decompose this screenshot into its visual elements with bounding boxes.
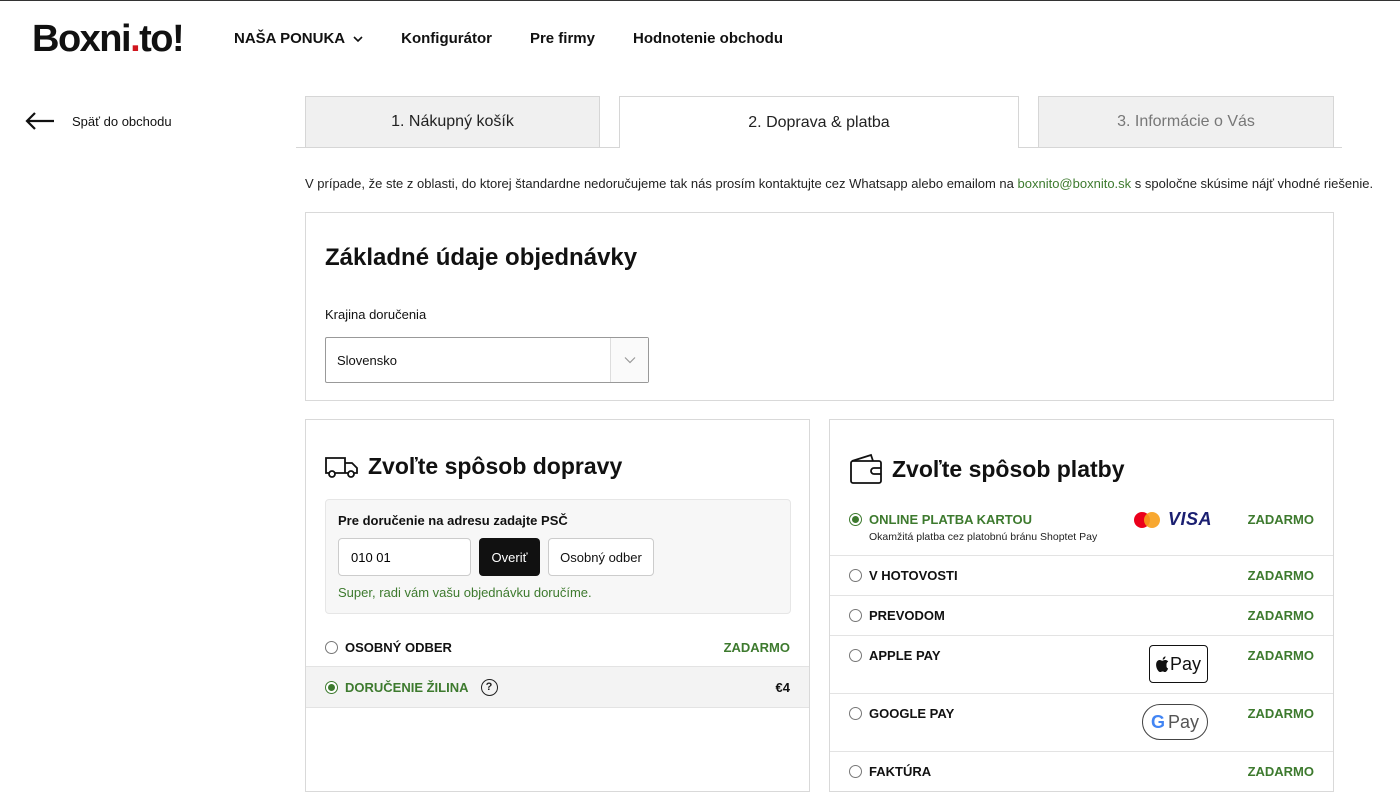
psc-label: Pre doručenie na adresu zadajte PSČ xyxy=(338,513,568,528)
nav-label: Konfigurátor xyxy=(401,30,492,47)
option-price: ZADARMO xyxy=(1247,764,1314,779)
radio-button[interactable] xyxy=(849,707,862,720)
delivery-info-text: V prípade, že ste z oblasti, do ktorej š… xyxy=(305,176,1373,191)
nav-item-configurator[interactable]: Konfigurátor xyxy=(401,30,492,47)
order-basics-panel: Základné údaje objednávky Krajina doruče… xyxy=(305,212,1334,401)
shipping-title: Zvoľte spôsob dopravy xyxy=(325,453,622,480)
payment-option-apple-pay[interactable]: APPLE PAY Pay ZADARMO xyxy=(830,645,1333,683)
option-price: ZADARMO xyxy=(723,640,790,655)
option-text: ONLINE PLATBA KARTOU Okamžitá platba cez… xyxy=(869,512,1097,543)
arrow-left-icon xyxy=(25,112,54,130)
radio-button[interactable] xyxy=(849,569,862,582)
logo-text-end: to! xyxy=(139,18,185,60)
psc-panel: Pre doručenie na adresu zadajte PSČ Over… xyxy=(325,499,791,614)
info-text: V prípade, že ste z oblasti, do ktorej š… xyxy=(305,176,1018,191)
google-icon: G xyxy=(1150,711,1165,732)
chevron-down-icon xyxy=(624,357,635,364)
back-label: Späť do obchodu xyxy=(72,113,172,129)
verify-button[interactable]: Overiť xyxy=(479,538,540,576)
option-name: V HOTOVOSTI xyxy=(869,568,958,583)
option-name: ONLINE PLATBA KARTOU xyxy=(869,512,1032,527)
country-select[interactable]: Slovensko xyxy=(325,337,649,383)
apple-pay-badge: Pay xyxy=(1149,645,1208,683)
divider xyxy=(306,707,809,708)
apple-pay-text: Pay xyxy=(1169,653,1202,674)
apple-icon xyxy=(1156,656,1169,672)
back-to-shop-link[interactable]: Späť do obchodu xyxy=(25,111,172,131)
payment-option-transfer[interactable]: PREVODOM ZADARMO xyxy=(830,608,1333,623)
radio-button[interactable] xyxy=(849,649,862,662)
payment-option-cash[interactable]: V HOTOVOSTI ZADARMO xyxy=(830,568,1333,583)
logo-text: Boxni xyxy=(32,18,132,60)
google-pay-badge: G Pay xyxy=(1142,704,1208,740)
contact-email-link[interactable]: boxnito@boxnito.sk xyxy=(1018,176,1132,191)
payment-option-invoice[interactable]: FAKTÚRA ZADARMO xyxy=(830,764,1333,779)
logo-dot: . xyxy=(130,18,141,60)
tab-customer-info[interactable]: 3. Informácie o Vás xyxy=(1038,96,1334,147)
nav-label: Hodnotenie obchodu xyxy=(633,30,783,47)
tab-shipping-payment[interactable]: 2. Doprava & platba xyxy=(619,96,1019,148)
option-name: APPLE PAY xyxy=(869,648,941,663)
top-border xyxy=(0,0,1400,1)
payment-option-card[interactable]: ONLINE PLATBA KARTOU Okamžitá platba cez… xyxy=(830,509,1333,543)
radio-button[interactable] xyxy=(325,641,338,654)
logo[interactable]: Boxni.to! xyxy=(32,18,185,60)
divider xyxy=(830,693,1333,694)
option-name: DORUČENIE ŽILINA xyxy=(345,679,469,695)
info-text: s spoločne skúsime nájť vhodné riešenie. xyxy=(1131,176,1374,191)
nav-label: Pre firmy xyxy=(529,30,595,47)
psc-success-message: Super, radi vám vašu objednávku doručíme… xyxy=(338,585,592,600)
mastercard-icon xyxy=(1134,512,1160,528)
divider xyxy=(830,751,1333,752)
country-select-value: Slovensko xyxy=(337,352,397,368)
google-pay-text: Pay xyxy=(1167,711,1200,732)
option-price: €4 xyxy=(775,679,790,695)
order-basics-title: Základné údaje objednávky xyxy=(325,244,638,271)
tab-label: 2. Doprava & platba xyxy=(748,113,890,131)
tab-label: 3. Informácie o Vás xyxy=(1117,113,1255,130)
select-arrow xyxy=(610,338,648,382)
divider xyxy=(830,555,1333,556)
divider xyxy=(830,635,1333,636)
tab-cart[interactable]: 1. Nákupný košík xyxy=(305,96,600,147)
tab-label: 1. Nákupný košík xyxy=(391,113,514,130)
psc-input[interactable] xyxy=(338,538,471,576)
wallet-icon xyxy=(850,453,882,484)
nav-item-reviews[interactable]: Hodnotenie obchodu xyxy=(633,30,783,47)
radio-button[interactable] xyxy=(849,765,862,778)
chevron-down-icon xyxy=(353,35,363,42)
option-name: FAKTÚRA xyxy=(869,764,932,779)
option-name: OSOBNÝ ODBER xyxy=(345,640,452,655)
shipping-title-text: Zvoľte spôsob dopravy xyxy=(368,453,623,479)
divider xyxy=(830,595,1333,596)
radio-button[interactable] xyxy=(325,680,338,694)
nav-label: NAŠA PONUKA xyxy=(234,30,346,47)
truck-icon xyxy=(325,456,358,478)
option-name: GOOGLE PAY xyxy=(869,706,955,721)
option-price: ZADARMO xyxy=(1247,608,1314,623)
radio-button[interactable] xyxy=(849,513,862,526)
option-name: PREVODOM xyxy=(869,608,945,623)
option-price: ZADARMO xyxy=(1247,648,1314,663)
nav-item-offer[interactable]: NAŠA PONUKA xyxy=(234,30,363,47)
payment-title-text: Zvoľte spôsob platby xyxy=(892,455,1125,482)
payment-option-google-pay[interactable]: GOOGLE PAY G Pay ZADARMO xyxy=(830,704,1333,740)
help-icon[interactable]: ? xyxy=(480,678,498,696)
shipping-option-zilina[interactable]: DORUČENIE ŽILINA ? €4 xyxy=(306,667,809,707)
shipping-option-pickup[interactable]: OSOBNÝ ODBER ZADARMO xyxy=(306,640,809,655)
option-price: ZADARMO xyxy=(1247,568,1314,583)
country-label: Krajina doručenia xyxy=(325,307,427,322)
visa-icon: VISA xyxy=(1168,509,1213,529)
payment-title: Zvoľte spôsob platby xyxy=(849,453,1125,485)
main-nav: NAŠA PONUKA Konfigurátor Pre firmy Hodno… xyxy=(234,30,821,47)
option-price: ZADARMO xyxy=(1247,706,1314,721)
payment-panel: Zvoľte spôsob platby ONLINE PLATBA KARTO… xyxy=(829,419,1334,792)
nav-item-business[interactable]: Pre firmy xyxy=(530,30,595,47)
option-price: ZADARMO xyxy=(1247,512,1314,527)
shipping-panel: Zvoľte spôsob dopravy Pre doručenie na a… xyxy=(305,419,810,792)
personal-pickup-button[interactable]: Osobný odber xyxy=(548,538,654,576)
option-subtitle: Okamžitá platba cez platobnú bránu Shopt… xyxy=(869,531,1098,543)
radio-button[interactable] xyxy=(849,609,862,622)
